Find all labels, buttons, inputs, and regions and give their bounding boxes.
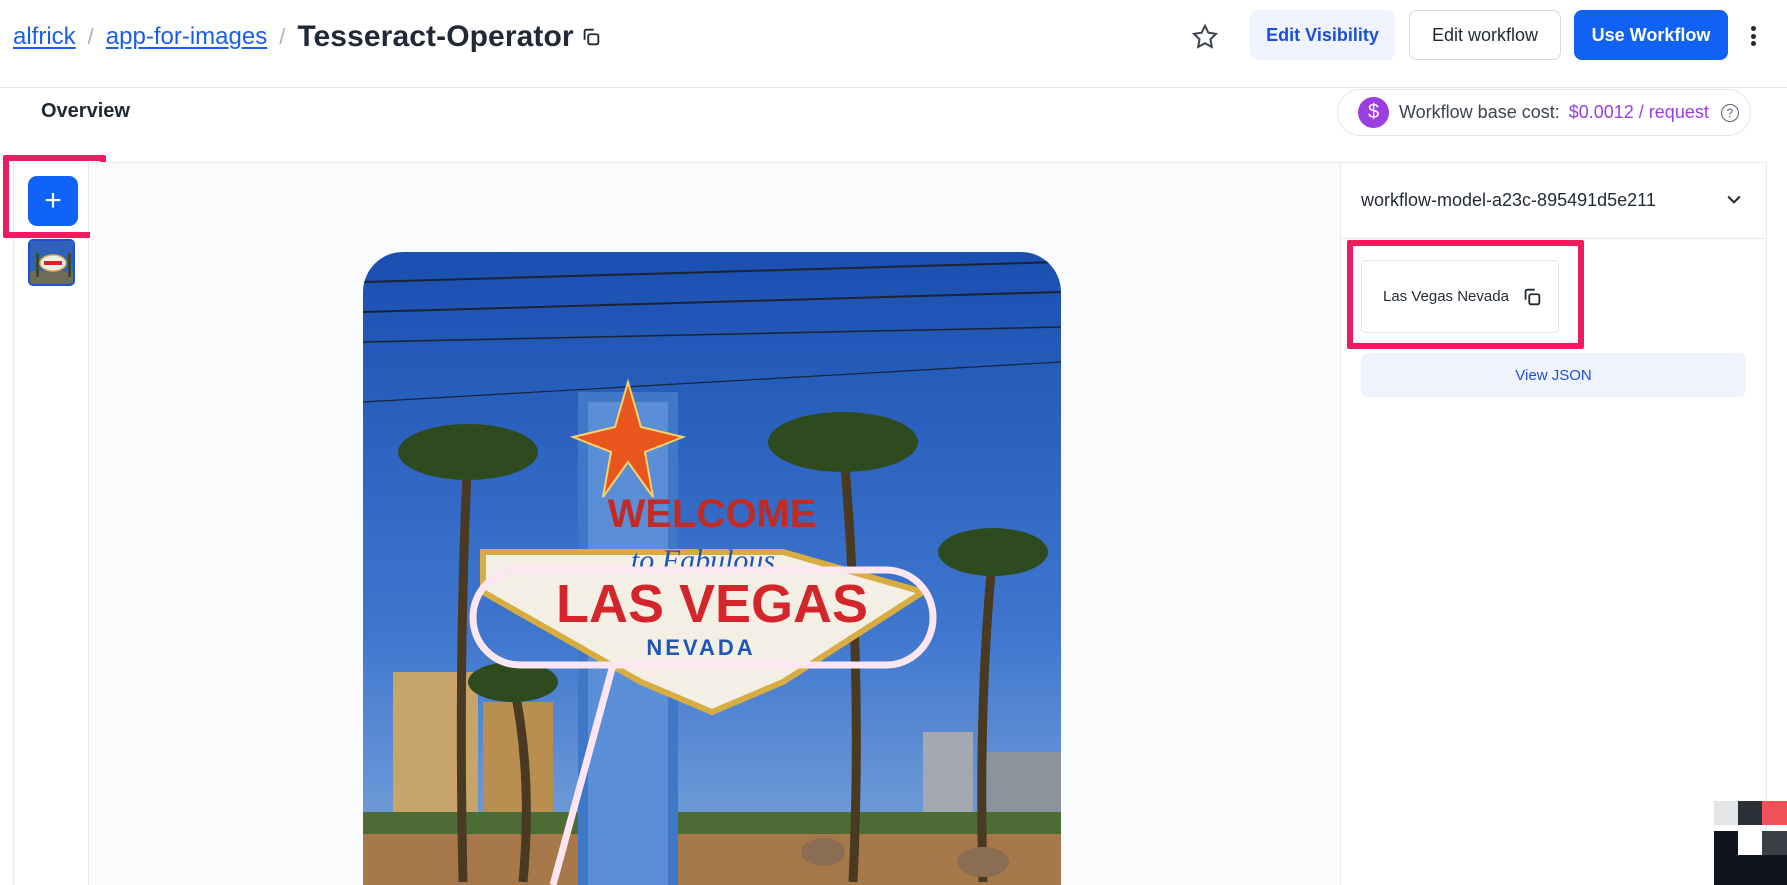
output-panel: workflow-model-a23c-895491d5e211 Las Veg…	[1340, 162, 1767, 885]
edit-workflow-button[interactable]: Edit workflow	[1409, 10, 1561, 60]
breadcrumb-separator: /	[279, 24, 286, 49]
model-selector[interactable]: workflow-model-a23c-895491d5e211	[1341, 163, 1766, 239]
kebab-menu-icon[interactable]	[1744, 20, 1762, 52]
breadcrumb-app-link[interactable]: app-for-images	[106, 23, 267, 51]
ocr-result-card: Las Vegas Nevada	[1361, 260, 1559, 333]
page-title: Tesseract-Operator	[297, 20, 574, 53]
cost-value: $0.0012 / request	[1568, 102, 1709, 122]
las-vegas-sign-photo: WELCOME to Fabulous LAS VEGAS NEVADA	[363, 252, 1061, 885]
input-thumbnail[interactable]	[28, 239, 75, 286]
input-image[interactable]: WELCOME to Fabulous LAS VEGAS NEVADA	[363, 252, 1061, 885]
sign-welcome-text: WELCOME	[608, 492, 817, 536]
breadcrumb: alfrick / app-for-images / Tesseract-Ope…	[13, 18, 602, 56]
copy-icon[interactable]	[1521, 286, 1543, 308]
model-name: workflow-model-a23c-895491d5e211	[1361, 190, 1656, 210]
edit-visibility-button[interactable]: Edit Visibility	[1250, 10, 1395, 60]
top-header: alfrick / app-for-images / Tesseract-Ope…	[0, 0, 1787, 88]
thumbnail-image	[30, 241, 73, 284]
add-input-button[interactable]: +	[28, 176, 78, 226]
chevron-down-icon[interactable]	[1724, 189, 1744, 209]
star-icon[interactable]	[1190, 22, 1220, 52]
sign-sub-text: NEVADA	[646, 635, 755, 660]
help-icon[interactable]: ?	[1720, 103, 1739, 122]
copy-icon[interactable]	[580, 26, 602, 48]
dollar-icon: $	[1358, 97, 1389, 128]
cost-label: Workflow base cost:	[1399, 102, 1560, 122]
breadcrumb-user-link[interactable]: alfrick	[13, 23, 76, 51]
view-json-button[interactable]: View JSON	[1361, 353, 1746, 397]
corner-logo-icon	[1714, 801, 1787, 885]
sign-main-text: LAS VEGAS	[556, 574, 868, 634]
workflow-cost-badge: $ Workflow base cost: $0.0012 / request …	[1337, 89, 1751, 136]
ocr-result-text: Las Vegas Nevada	[1383, 288, 1509, 305]
tab-overview[interactable]: Overview	[41, 100, 130, 123]
use-workflow-button[interactable]: Use Workflow	[1574, 10, 1728, 60]
breadcrumb-separator: /	[87, 24, 94, 49]
